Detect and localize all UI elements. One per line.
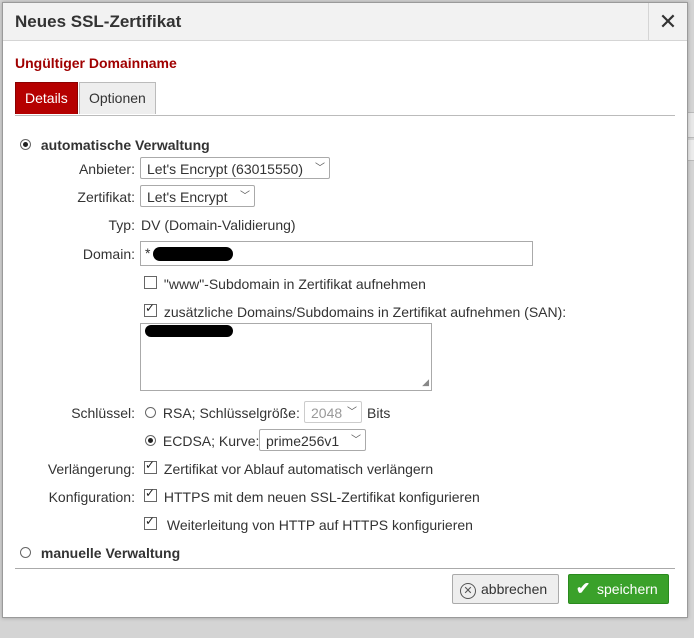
cancel-button[interactable]: ✕ abbrechen: [452, 574, 559, 604]
ecdsa-row: ECDSA; Kurve:: [145, 433, 259, 449]
konfig-label: Konfiguration:: [48, 489, 135, 505]
auto-label: automatische Verwaltung: [40, 137, 210, 153]
san-textarea[interactable]: ◢: [140, 323, 432, 391]
www-checkbox[interactable]: [144, 276, 157, 289]
rsa-size-value: 2048: [311, 405, 343, 421]
ecdsa-radio[interactable]: [145, 435, 156, 446]
rsa-label: RSA; Schlüsselgröße:: [162, 405, 300, 421]
manual-radio-row: manuelle Verwaltung: [20, 545, 180, 561]
chevron-down-icon: ﹀: [240, 191, 250, 202]
www-label: "www"-Subdomain in Zertifikat aufnehmen: [163, 276, 426, 292]
close-icon: ✕: [658, 8, 678, 34]
typ-label: Typ:: [108, 217, 135, 233]
rsa-size-select[interactable]: 2048 ﹀: [304, 401, 362, 423]
anbieter-label: Anbieter:: [78, 161, 135, 177]
dialog-title: Neues SSL-Zertifikat: [15, 12, 182, 31]
san-checkbox[interactable]: [144, 301, 157, 317]
redaction-bar: [145, 325, 233, 337]
ecdsa-curve-value: prime256v1: [266, 433, 340, 449]
chevron-down-icon: ﹀: [315, 163, 325, 174]
redaction-bar: [153, 247, 233, 261]
anbieter-value: Let's Encrypt (63015550): [147, 161, 303, 177]
verlaengerung-row: Zertifikat vor Ablauf automatisch verlän…: [144, 458, 434, 477]
manual-label: manuelle Verwaltung: [40, 545, 181, 561]
https-row: HTTPS mit dem neuen SSL-Zertifikat konfi…: [144, 486, 480, 505]
verlaengerung-label: Verlängerung:: [47, 461, 135, 477]
https-text: HTTPS mit dem neuen SSL-Zertifikat konfi…: [163, 489, 480, 505]
zertifikat-label: Zertifikat:: [77, 189, 135, 205]
verlaengerung-checkbox[interactable]: [144, 458, 157, 474]
auto-radio-row: automatische Verwaltung: [20, 137, 210, 153]
tab-optionen[interactable]: Optionen: [79, 82, 156, 114]
cancel-icon: ✕: [460, 575, 476, 603]
typ-value: DV (Domain-Validierung): [141, 217, 296, 233]
redirect-text: Weiterleitung von HTTP auf HTTPS konfigu…: [166, 517, 473, 533]
manual-radio[interactable]: [20, 547, 31, 558]
anbieter-select[interactable]: Let's Encrypt (63015550) ﹀: [140, 157, 330, 179]
www-row: "www"-Subdomain in Zertifikat aufnehmen: [144, 276, 426, 292]
domain-value: *: [145, 245, 151, 261]
ecdsa-label: ECDSA; Kurve:: [162, 433, 260, 449]
zertifikat-select[interactable]: Let's Encrypt ﹀: [140, 185, 255, 207]
cancel-label: abbrechen: [481, 581, 548, 597]
rsa-row: RSA; Schlüsselgröße:: [145, 405, 300, 421]
zertifikat-value: Let's Encrypt: [147, 189, 228, 205]
domain-label: Domain:: [82, 246, 135, 262]
save-button[interactable]: ✔ speichern: [568, 574, 669, 604]
dialog-titlebar: Neues SSL-Zertifikat ✕: [3, 3, 687, 41]
bits-label: Bits: [367, 405, 391, 421]
resize-handle-icon[interactable]: ◢: [422, 377, 429, 388]
save-label: speichern: [597, 581, 658, 597]
tab-bar: Details Optionen: [15, 82, 675, 116]
chevron-down-icon: ﹀: [351, 435, 361, 446]
redirect-row: Weiterleitung von HTTP auf HTTPS konfigu…: [144, 514, 473, 533]
san-label: zusätzliche Domains/Subdomains in Zertif…: [163, 304, 567, 320]
san-row: zusätzliche Domains/Subdomains in Zertif…: [144, 301, 567, 320]
error-message: Ungültiger Domainname: [15, 55, 177, 71]
tab-details[interactable]: Details: [15, 82, 78, 114]
auto-radio[interactable]: [20, 139, 31, 150]
ecdsa-curve-select[interactable]: prime256v1 ﹀: [259, 429, 366, 451]
https-checkbox[interactable]: [144, 486, 157, 502]
rsa-radio[interactable]: [145, 407, 156, 418]
footer-divider: [15, 568, 675, 569]
ssl-dialog: Neues SSL-Zertifikat ✕ Ungültiger Domain…: [2, 2, 688, 618]
domain-input[interactable]: *: [140, 241, 533, 266]
checkmark-icon: ✔: [576, 579, 591, 598]
chevron-down-icon: ﹀: [347, 407, 357, 418]
redirect-checkbox[interactable]: [144, 514, 157, 530]
verlaengerung-text: Zertifikat vor Ablauf automatisch verlän…: [163, 461, 434, 477]
close-button[interactable]: ✕: [648, 3, 687, 40]
schluessel-label: Schlüssel:: [71, 405, 135, 421]
